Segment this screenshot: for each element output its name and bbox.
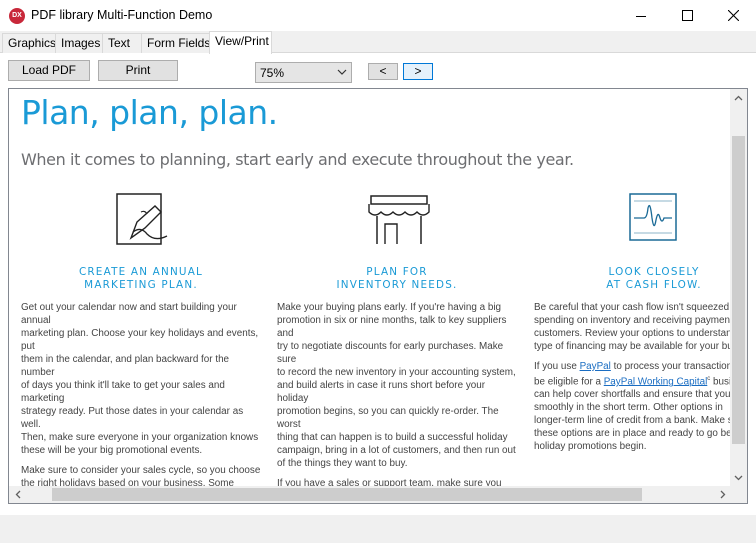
zoom-dropdown[interactable]: 75% (255, 62, 352, 83)
tab-view-print[interactable]: View/Print (209, 31, 272, 54)
tab-form-fields[interactable]: Form Fields (141, 33, 210, 53)
close-icon (727, 10, 739, 21)
paragraph-text: If you use (534, 361, 580, 372)
column-paragraph: Be careful that your cash flow isn't squ… (534, 302, 731, 352)
column-cash-flow: LOOK CLOSELY AT CASH FLOW. Be careful th… (534, 192, 731, 453)
column-heading: CREATE AN ANNUAL MARKETING PLAN. (78, 266, 204, 291)
title-bar: DX PDF library Multi-Function Demo (0, 0, 756, 31)
storefront-icon (368, 195, 430, 244)
next-page-button[interactable]: > (403, 63, 433, 80)
tab-graphics[interactable]: Graphics (2, 33, 56, 53)
zoom-value: 75% (260, 66, 285, 80)
pdf-viewer[interactable]: Plan, plan, plan. When it comes to plann… (8, 88, 748, 504)
minimize-button[interactable] (618, 0, 664, 31)
load-pdf-button[interactable]: Load PDF (8, 60, 90, 81)
cash-flow-chart-icon (629, 193, 677, 241)
prev-page-button[interactable]: < (368, 63, 398, 80)
horizontal-scrollbar[interactable] (9, 486, 731, 503)
vertical-scroll-thumb[interactable] (732, 136, 745, 444)
paragraph-text: busine can help cover shortfalls and ens… (534, 376, 731, 453)
pdf-page: Plan, plan, plan. When it comes to plann… (9, 89, 731, 486)
page-subtitle: When it comes to planning, start early a… (21, 150, 574, 169)
tab-strip: Graphics Images Text Form Fields View/Pr… (0, 31, 756, 54)
page-title: Plan, plan, plan. (21, 93, 278, 132)
chevron-up-icon (734, 95, 743, 100)
window-title: PDF library Multi-Function Demo (31, 8, 213, 22)
scroll-left-button[interactable] (9, 486, 26, 503)
scroll-right-button[interactable] (714, 486, 731, 503)
column-paragraph: Get out your calendar now and start buil… (21, 302, 259, 456)
column-inventory: PLAN FOR INVENTORY NEEDS. Make your buyi… (277, 192, 517, 486)
column-paragraph: Make your buying plans early. If you're … (277, 302, 516, 469)
column-paragraph: If you have a sales or support team, mak… (277, 478, 502, 486)
horizontal-scroll-thumb[interactable] (52, 488, 642, 501)
chevron-down-icon (734, 475, 743, 480)
paypal-link[interactable]: PayPal (580, 361, 611, 372)
tab-text[interactable]: Text (102, 33, 142, 53)
maximize-button[interactable] (664, 0, 710, 31)
vertical-scrollbar[interactable] (730, 89, 747, 486)
scroll-up-button[interactable] (730, 89, 747, 106)
print-button[interactable]: Print (98, 60, 178, 81)
chevron-left-icon (15, 490, 20, 499)
app-logo-icon: DX (9, 8, 25, 24)
column-paragraph: Make sure to consider your sales cycle, … (21, 465, 261, 486)
view-print-panel: Load PDF Print 75% < > Plan, plan, plan.… (0, 53, 756, 515)
minimize-icon (636, 15, 646, 17)
column-heading: LOOK CLOSELY AT CASH FLOW. (606, 266, 702, 291)
chevron-right-icon (720, 490, 725, 499)
hand-writing-icon (116, 193, 168, 245)
close-button[interactable] (710, 0, 756, 31)
tab-images[interactable]: Images (55, 33, 103, 53)
column-paragraph: If you use PayPal to process your transa… (534, 360, 731, 453)
window-footer (0, 515, 756, 543)
scroll-down-button[interactable] (730, 469, 747, 486)
column-heading: PLAN FOR INVENTORY NEEDS. (336, 266, 458, 291)
column-marketing-plan: CREATE AN ANNUAL MARKETING PLAN. Get out… (21, 192, 261, 486)
maximize-icon (681, 10, 693, 21)
chevron-down-icon (337, 69, 347, 75)
scrollbar-corner (730, 486, 747, 503)
paypal-working-capital-link[interactable]: PayPal Working Capital (604, 376, 708, 387)
